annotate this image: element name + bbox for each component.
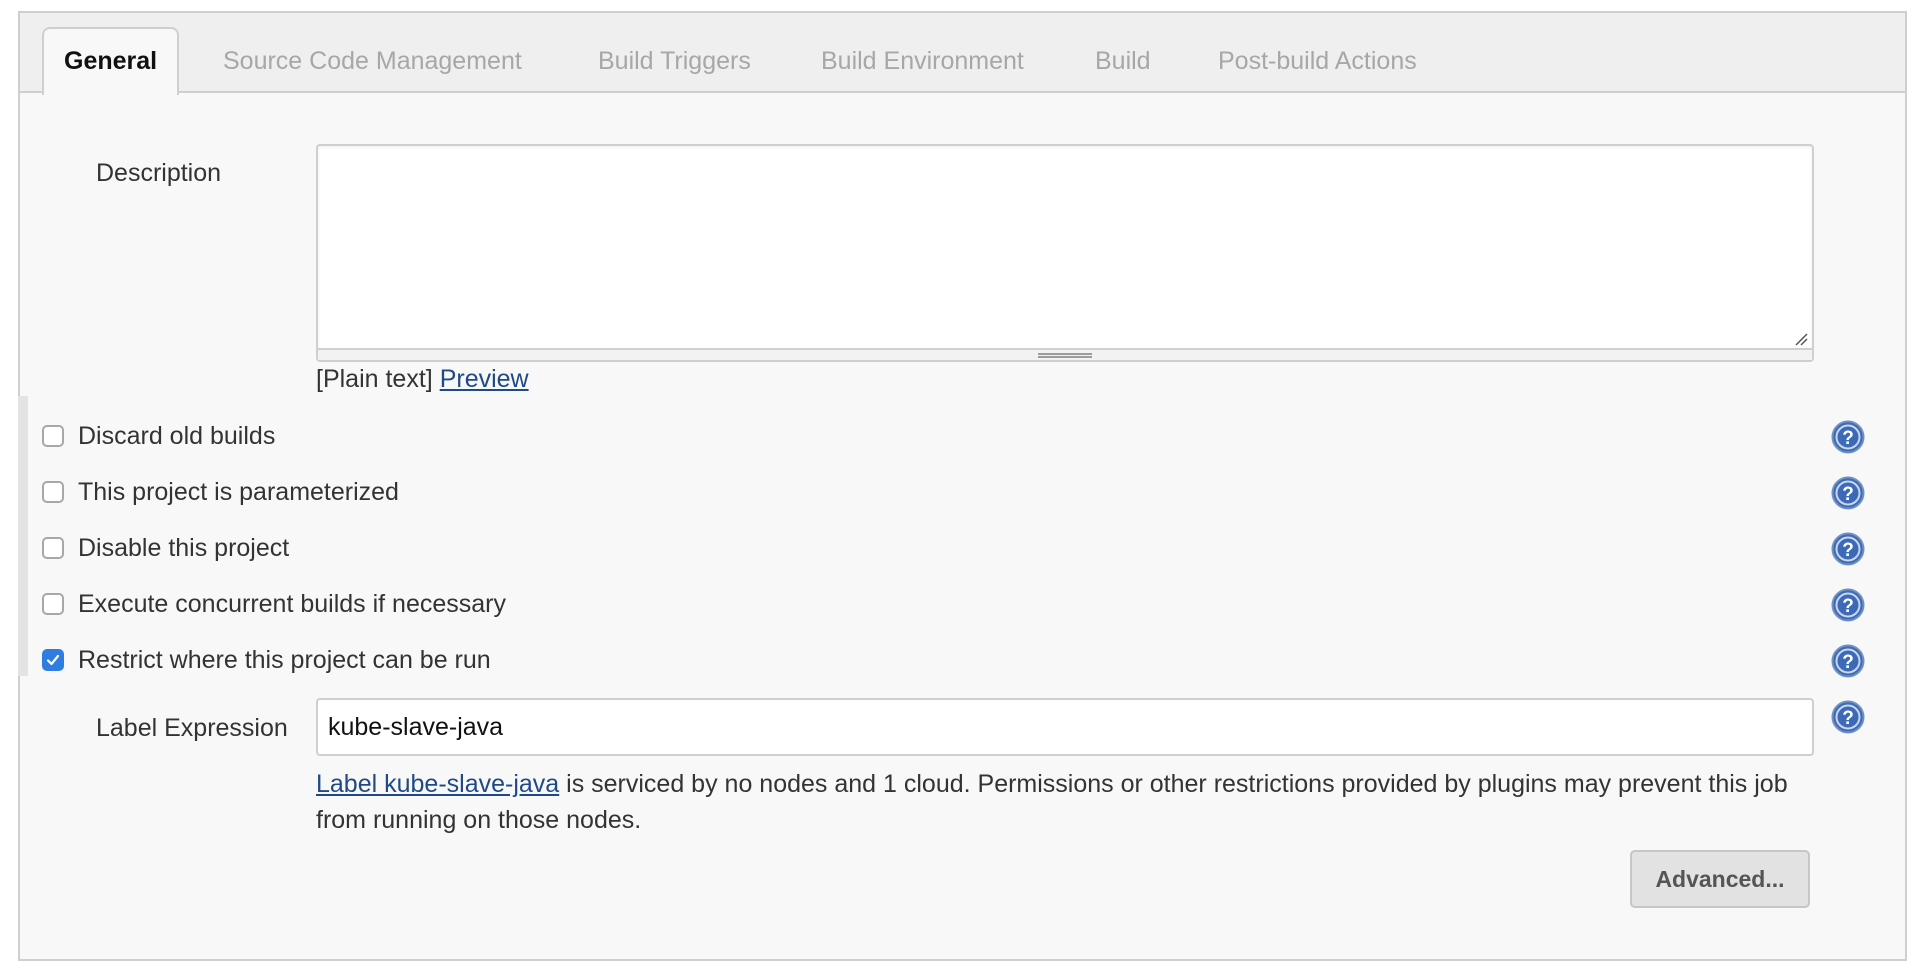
label-expression-info: Label kube-slave-java is serviced by no … bbox=[316, 766, 1816, 838]
drag-grip-icon[interactable] bbox=[1038, 353, 1092, 358]
concurrent-builds-checkbox[interactable] bbox=[42, 593, 64, 615]
tab-bar: General Source Code Management Build Tri… bbox=[20, 13, 1905, 95]
parameterized-label: This project is parameterized bbox=[78, 477, 399, 506]
svg-text:?: ? bbox=[1842, 540, 1854, 561]
disable-project-checkbox[interactable] bbox=[42, 537, 64, 559]
tab-general[interactable]: General bbox=[42, 27, 180, 95]
checkmark-icon bbox=[46, 654, 60, 666]
tab-build[interactable]: Build bbox=[1095, 43, 1151, 79]
tab-source-code-management[interactable]: Source Code Management bbox=[223, 43, 522, 79]
option-concurrent-builds: Execute concurrent builds if necessary bbox=[42, 584, 506, 624]
help-icon[interactable]: ? bbox=[1831, 476, 1865, 510]
help-icon[interactable]: ? bbox=[1831, 532, 1865, 566]
resize-grip-icon[interactable] bbox=[1794, 332, 1808, 346]
disable-project-label: Disable this project bbox=[78, 533, 290, 562]
help-icon[interactable]: ? bbox=[1831, 644, 1865, 678]
help-icon[interactable]: ? bbox=[1831, 700, 1865, 734]
tab-build-triggers[interactable]: Build Triggers bbox=[598, 43, 751, 79]
svg-text:?: ? bbox=[1842, 652, 1854, 673]
advanced-button[interactable]: Advanced... bbox=[1630, 850, 1810, 908]
discard-old-builds-checkbox[interactable] bbox=[42, 425, 64, 447]
restrict-run-label: Restrict where this project can be run bbox=[78, 645, 491, 674]
help-icon[interactable]: ? bbox=[1831, 588, 1865, 622]
concurrent-builds-label: Execute concurrent builds if necessary bbox=[78, 589, 506, 618]
option-discard-old-builds: Discard old builds bbox=[42, 416, 275, 456]
preview-link[interactable]: Preview bbox=[440, 365, 529, 393]
label-expression-input[interactable] bbox=[316, 698, 1814, 756]
tab-build-environment[interactable]: Build Environment bbox=[821, 43, 1024, 79]
option-disable-project: Disable this project bbox=[42, 528, 289, 568]
options-group-bar bbox=[18, 396, 28, 676]
svg-text:?: ? bbox=[1842, 428, 1854, 449]
svg-text:?: ? bbox=[1842, 596, 1854, 617]
svg-text:?: ? bbox=[1842, 708, 1854, 729]
discard-old-builds-label: Discard old builds bbox=[78, 421, 276, 450]
description-label: Description bbox=[96, 159, 222, 187]
label-expression-label: Label Expression bbox=[96, 714, 288, 742]
option-parameterized: This project is parameterized bbox=[42, 472, 399, 512]
textarea-drag-strip[interactable] bbox=[318, 348, 1812, 360]
description-textarea[interactable] bbox=[316, 144, 1814, 362]
option-restrict-run: Restrict where this project can be run bbox=[42, 640, 491, 680]
restrict-run-checkbox[interactable] bbox=[42, 649, 64, 671]
label-link[interactable]: Label kube-slave-java bbox=[316, 770, 559, 798]
help-icon[interactable]: ? bbox=[1831, 420, 1865, 454]
svg-text:?: ? bbox=[1842, 484, 1854, 505]
plain-text-label: [Plain text] bbox=[316, 365, 433, 393]
tab-post-build-actions[interactable]: Post-build Actions bbox=[1218, 43, 1417, 79]
parameterized-checkbox[interactable] bbox=[42, 481, 64, 503]
description-format-line: [Plain text] Preview bbox=[316, 363, 529, 395]
